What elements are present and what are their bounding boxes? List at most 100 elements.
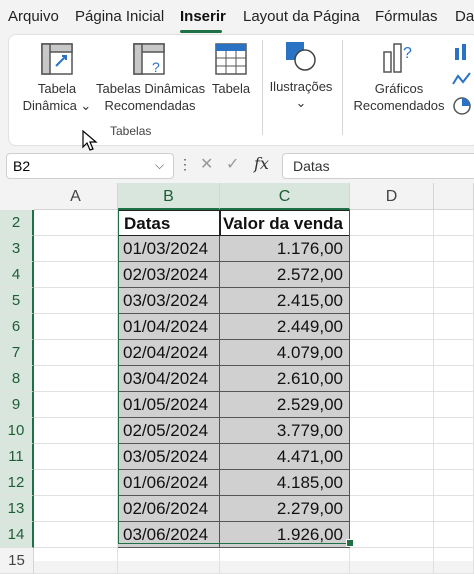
cell-d4[interactable] bbox=[350, 262, 434, 288]
cell-d7[interactable] bbox=[350, 340, 434, 366]
confirm-icon[interactable]: ✓ bbox=[226, 154, 239, 174]
cell-a6[interactable] bbox=[34, 314, 118, 340]
cell-a4[interactable] bbox=[34, 262, 118, 288]
row-header-3[interactable]: 3 bbox=[0, 236, 34, 262]
cell-e5[interactable] bbox=[434, 288, 474, 314]
cell-d11[interactable] bbox=[350, 444, 434, 470]
cell-c5[interactable]: 2.415,00 bbox=[220, 288, 350, 314]
cell-c2[interactable]: Valor da venda bbox=[220, 210, 350, 236]
cell-d14[interactable] bbox=[350, 522, 434, 548]
cell-b3[interactable]: 01/03/2024 bbox=[118, 236, 220, 262]
cell-a5[interactable] bbox=[34, 288, 118, 314]
cell-e4[interactable] bbox=[434, 262, 474, 288]
cell-d3[interactable] bbox=[350, 236, 434, 262]
row-header-13[interactable]: 13 bbox=[0, 496, 34, 522]
row-header-9[interactable]: 9 bbox=[0, 392, 34, 418]
cell-c6[interactable]: 2.449,00 bbox=[220, 314, 350, 340]
cell-a8[interactable] bbox=[34, 366, 118, 392]
cell-e12[interactable] bbox=[434, 470, 474, 496]
row-header-2[interactable]: 2 bbox=[0, 210, 34, 236]
cell-b13[interactable]: 02/06/2024 bbox=[118, 496, 220, 522]
fill-handle[interactable] bbox=[346, 539, 354, 547]
cell-d9[interactable] bbox=[350, 392, 434, 418]
row-header-4[interactable]: 4 bbox=[0, 262, 34, 288]
row-header-8[interactable]: 8 bbox=[0, 366, 34, 392]
row-header-6[interactable]: 6 bbox=[0, 314, 34, 340]
cell-a13[interactable] bbox=[34, 496, 118, 522]
cell-e7[interactable] bbox=[434, 340, 474, 366]
row-header-14[interactable]: 14 bbox=[0, 522, 34, 548]
cell-b11[interactable]: 03/05/2024 bbox=[118, 444, 220, 470]
row-header-10[interactable]: 10 bbox=[0, 418, 34, 444]
column-header-e[interactable] bbox=[434, 183, 474, 210]
column-chart-icon[interactable] bbox=[452, 42, 472, 60]
cell-e13[interactable] bbox=[434, 496, 474, 522]
column-header-d[interactable]: D bbox=[350, 183, 434, 210]
cell-c11[interactable]: 4.471,00 bbox=[220, 444, 350, 470]
cell-e3[interactable] bbox=[434, 236, 474, 262]
cell-a11[interactable] bbox=[34, 444, 118, 470]
row-header-5[interactable]: 5 bbox=[0, 288, 34, 314]
cell-c8[interactable]: 2.610,00 bbox=[220, 366, 350, 392]
cell-d13[interactable] bbox=[350, 496, 434, 522]
chevron-down-icon[interactable]: ⌵ bbox=[155, 158, 164, 173]
cell-b8[interactable]: 03/04/2024 bbox=[118, 366, 220, 392]
cell-b2[interactable]: Datas bbox=[118, 210, 220, 236]
column-header-c[interactable]: C bbox=[220, 183, 350, 210]
cell-c15[interactable] bbox=[220, 548, 350, 574]
cell-a2[interactable] bbox=[34, 210, 118, 236]
cell-e14[interactable] bbox=[434, 522, 474, 548]
row-header-12[interactable]: 12 bbox=[0, 470, 34, 496]
tab-dados[interactable]: Da bbox=[455, 8, 474, 25]
more-options-icon[interactable]: ⋮ bbox=[178, 156, 192, 173]
cell-b14[interactable]: 03/06/2024 bbox=[118, 522, 220, 548]
cell-b7[interactable]: 02/04/2024 bbox=[118, 340, 220, 366]
row-header-15[interactable]: 15 bbox=[0, 548, 34, 574]
cell-a15[interactable] bbox=[34, 548, 118, 574]
cancel-icon[interactable]: ✕ bbox=[200, 154, 213, 174]
insert-function-icon[interactable]: fx bbox=[254, 154, 269, 173]
cell-a7[interactable] bbox=[34, 340, 118, 366]
cell-a12[interactable] bbox=[34, 470, 118, 496]
cell-b5[interactable]: 03/03/2024 bbox=[118, 288, 220, 314]
select-all-corner[interactable] bbox=[0, 183, 35, 211]
cell-c3[interactable]: 1.176,00 bbox=[220, 236, 350, 262]
cell-e8[interactable] bbox=[434, 366, 474, 392]
cell-c12[interactable]: 4.185,00 bbox=[220, 470, 350, 496]
cell-b4[interactable]: 02/03/2024 bbox=[118, 262, 220, 288]
tab-formulas[interactable]: Fórmulas bbox=[375, 8, 438, 25]
cell-e10[interactable] bbox=[434, 418, 474, 444]
cell-b10[interactable]: 02/05/2024 bbox=[118, 418, 220, 444]
cell-e9[interactable] bbox=[434, 392, 474, 418]
cell-e6[interactable] bbox=[434, 314, 474, 340]
formula-input[interactable]: Datas bbox=[282, 153, 474, 179]
tab-layout-da-pagina[interactable]: Layout da Página bbox=[243, 8, 360, 25]
line-chart-icon[interactable] bbox=[452, 70, 472, 88]
cell-b12[interactable]: 01/06/2024 bbox=[118, 470, 220, 496]
tab-inserir[interactable]: Inserir bbox=[180, 8, 226, 25]
cell-c7[interactable]: 4.079,00 bbox=[220, 340, 350, 366]
cell-c10[interactable]: 3.779,00 bbox=[220, 418, 350, 444]
cell-b9[interactable]: 01/05/2024 bbox=[118, 392, 220, 418]
cell-b6[interactable]: 01/04/2024 bbox=[118, 314, 220, 340]
cell-d8[interactable] bbox=[350, 366, 434, 392]
cell-a10[interactable] bbox=[34, 418, 118, 444]
column-header-b[interactable]: B bbox=[118, 183, 220, 210]
cell-d5[interactable] bbox=[350, 288, 434, 314]
cell-c4[interactable]: 2.572,00 bbox=[220, 262, 350, 288]
cell-c14[interactable]: 1.926,00 bbox=[220, 522, 350, 548]
row-header-7[interactable]: 7 bbox=[0, 340, 34, 366]
pie-chart-icon[interactable] bbox=[452, 96, 472, 116]
cell-d15[interactable] bbox=[350, 548, 434, 574]
tab-pagina-inicial[interactable]: Página Inicial bbox=[75, 8, 164, 25]
cell-c9[interactable]: 2.529,00 bbox=[220, 392, 350, 418]
cell-d2[interactable] bbox=[350, 210, 434, 236]
cell-a14[interactable] bbox=[34, 522, 118, 548]
name-box[interactable]: B2 ⌵ bbox=[6, 153, 174, 179]
tab-arquivo[interactable]: Arquivo bbox=[8, 8, 59, 25]
cell-e15[interactable] bbox=[434, 548, 474, 574]
row-header-11[interactable]: 11 bbox=[0, 444, 34, 470]
cell-d10[interactable] bbox=[350, 418, 434, 444]
column-header-a[interactable]: A bbox=[34, 183, 118, 210]
cell-e2[interactable] bbox=[434, 210, 474, 236]
